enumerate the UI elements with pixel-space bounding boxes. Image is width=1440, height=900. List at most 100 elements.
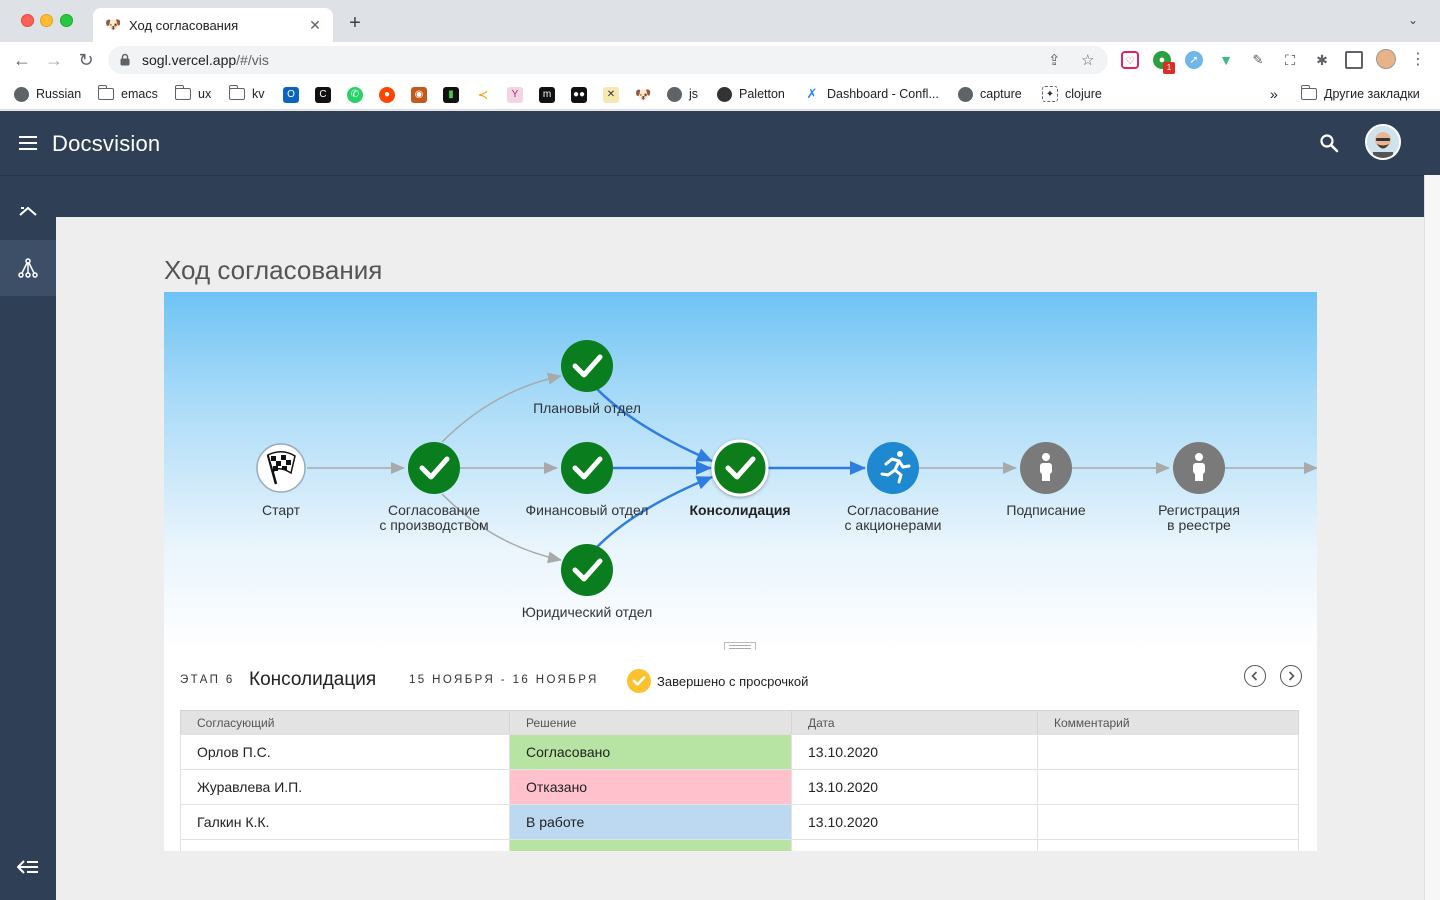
node-plan[interactable] <box>561 340 613 392</box>
puzzle-extensions-icon[interactable]: ✱ <box>1313 51 1331 69</box>
stage-details-panel: ЭТАП 6 Консолидация 15 НОЯБРЯ - 16 НОЯБР… <box>164 650 1317 851</box>
node-share[interactable] <box>867 442 919 494</box>
node-sign[interactable] <box>1020 442 1072 494</box>
bookmarks-overflow-button[interactable]: » <box>1270 84 1278 104</box>
dog-favicon-icon: 🐶 <box>105 17 122 32</box>
brand-title: Docsvision <box>52 131 161 156</box>
side-panel-icon[interactable] <box>1345 51 1363 69</box>
forward-button[interactable]: → <box>42 49 66 71</box>
bookmark-js[interactable]: js <box>667 84 698 104</box>
url-path: /#/vis <box>236 52 269 68</box>
workflow-nav-item[interactable] <box>0 240 56 296</box>
bookmark-kv[interactable]: kv <box>228 84 265 104</box>
bookmark-label: kv <box>252 87 265 101</box>
stage-title: Консолидация <box>249 669 377 690</box>
status-text: Завершено с просрочкой <box>657 673 809 689</box>
orange-bookmark-icon[interactable]: ◉ <box>411 87 427 103</box>
clojure-icon: ✦ <box>1042 86 1058 102</box>
reload-button[interactable]: ↻ <box>74 49 98 71</box>
dog-bookmark-icon[interactable]: 🐶 <box>635 87 651 103</box>
next-stage-button[interactable] <box>1280 665 1302 687</box>
page-scrollbar[interactable] <box>1424 175 1440 900</box>
comment-cell <box>1037 839 1299 851</box>
medium-bookmark-icon[interactable]: ●● <box>571 87 587 103</box>
approver-cell <box>180 839 510 851</box>
decision-cell: Отказано <box>509 769 792 805</box>
table-row-partial[interactable] <box>180 839 1300 851</box>
bookmarks-bar: Russian emacs ux kv O C ✆ ● ◉ ▮ ≺ Y m ●●… <box>0 78 1440 110</box>
node-reg[interactable] <box>1173 442 1225 494</box>
profile-avatar-icon[interactable] <box>1376 49 1396 69</box>
star-icon[interactable]: ☆ <box>1081 51 1094 69</box>
table-row[interactable]: Орлов П.С. Согласовано 13.10.2020 <box>180 734 1300 770</box>
bookmark-label: Dashboard - Confl... <box>827 87 939 101</box>
column-header[interactable]: Дата <box>791 710 1038 735</box>
new-tab-button[interactable]: + <box>344 12 366 34</box>
address-bar[interactable]: sogl.vercel.app/#/vis ⇪ ☆ <box>108 46 1108 74</box>
comment-cell <box>1037 769 1299 805</box>
close-window-button[interactable] <box>21 14 34 27</box>
node-legal[interactable] <box>561 544 613 596</box>
yc-bookmark-icon[interactable]: Y <box>507 87 523 103</box>
vue-extension-icon[interactable]: ▼ <box>1217 51 1235 69</box>
hierarchy-icon <box>18 258 38 278</box>
node-start[interactable] <box>256 443 306 493</box>
bookmark-paletton[interactable]: Paletton <box>717 84 785 104</box>
pocket-extension-icon[interactable]: ♡ <box>1121 51 1139 69</box>
browser-tabstrip: 🐶 Ход согласования ✕ + ⌄ <box>0 0 1440 42</box>
screenshot-extension-icon[interactable]: ⛶ <box>1281 51 1299 69</box>
collapse-up-button[interactable] <box>0 184 56 240</box>
c-bookmark-icon[interactable]: C <box>315 87 331 103</box>
close-tab-icon[interactable]: ✕ <box>307 17 323 34</box>
browser-tab[interactable]: 🐶 Ход согласования ✕ <box>93 8 333 42</box>
whatsapp-bookmark-icon[interactable]: ✆ <box>347 87 363 103</box>
column-header[interactable]: Комментарий <box>1037 710 1299 735</box>
browser-toolbar: ← → ↻ sogl.vercel.app/#/vis ⇪ ☆ ♡ ● 1 ➚ … <box>0 42 1440 78</box>
approvers-table: Согласующий Решение Дата Комментарий Орл… <box>180 710 1300 851</box>
bookmark-emacs[interactable]: emacs <box>97 84 158 104</box>
outlook-bookmark-icon[interactable]: O <box>283 87 299 103</box>
node-cons[interactable] <box>711 439 769 497</box>
reddit-bookmark-icon[interactable]: ● <box>379 87 395 103</box>
collapse-sidebar-button[interactable] <box>0 839 56 895</box>
menu-icon[interactable] <box>19 136 37 150</box>
table-row[interactable]: Галкин К.К. В работе 13.10.2020 <box>180 804 1300 840</box>
bookmark-clojure[interactable]: ✦ clojure <box>1042 84 1102 104</box>
bookmark-dashboard[interactable]: ✗ Dashboard - Confl... <box>804 84 939 104</box>
share-icon[interactable]: ⇪ <box>1048 51 1061 69</box>
stage-status: Завершено с просрочкой <box>627 669 808 693</box>
sub-toolbar <box>56 175 1424 217</box>
m-bookmark-icon[interactable]: m <box>539 87 555 103</box>
terminal-bookmark-icon[interactable]: ▮ <box>443 87 459 103</box>
column-header[interactable]: Согласующий <box>180 710 510 735</box>
compass-extension-icon[interactable]: ➚ <box>1185 51 1203 69</box>
bookmark-capture[interactable]: capture <box>958 84 1022 104</box>
bookmark-ux[interactable]: ux <box>174 84 211 104</box>
edge-plan-cons <box>595 387 713 463</box>
maximize-window-button[interactable] <box>60 14 73 27</box>
date-cell: 13.10.2020 <box>791 804 1038 840</box>
page-title: Ход согласования <box>164 255 383 285</box>
browser-menu-icon[interactable]: ⋮ <box>1406 49 1430 71</box>
node-prod[interactable] <box>408 442 460 494</box>
tab-search-chevron-icon[interactable]: ⌄ <box>1408 13 1418 27</box>
prev-stage-button[interactable] <box>1244 665 1266 687</box>
xkcd-bookmark-icon[interactable]: ✕ <box>603 87 619 103</box>
eyedropper-extension-icon[interactable]: ✎ <box>1249 51 1267 69</box>
share-bookmark-icon[interactable]: ≺ <box>475 87 491 103</box>
bookmark-label: Paletton <box>739 87 785 101</box>
bookmark-other[interactable]: Другие закладки <box>1300 84 1420 104</box>
date-cell <box>791 839 1038 851</box>
folder-icon <box>1300 85 1317 100</box>
column-header[interactable]: Решение <box>509 710 792 735</box>
table-row[interactable]: Журавлева И.П. Отказано 13.10.2020 <box>180 769 1300 805</box>
folder-icon <box>97 85 114 100</box>
search-icon[interactable] <box>1319 133 1339 153</box>
minimize-window-button[interactable] <box>40 14 53 27</box>
user-avatar[interactable] <box>1365 124 1401 160</box>
main-content: Ход согласования Старт Согласование с пр… <box>56 217 1424 900</box>
node-fin[interactable] <box>561 442 613 494</box>
bookmark-russian[interactable]: Russian <box>14 84 81 104</box>
resize-handle[interactable] <box>724 642 756 650</box>
back-button[interactable]: ← <box>10 49 34 71</box>
